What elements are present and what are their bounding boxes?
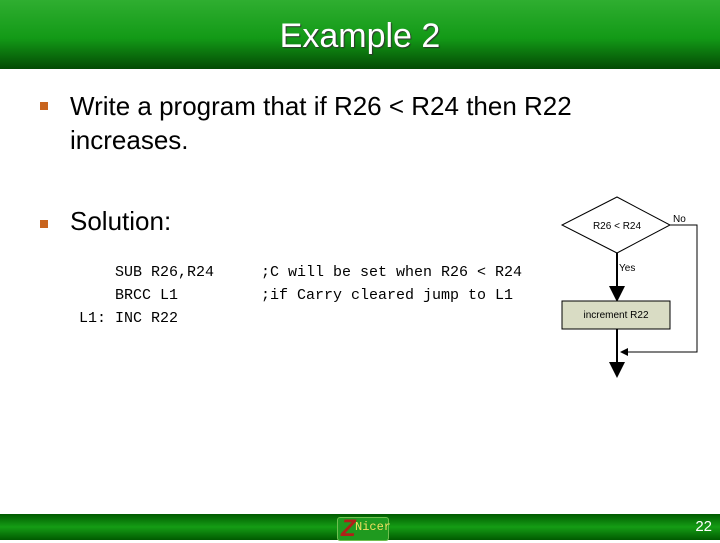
decision-text: R26 < R24 xyxy=(593,221,642,232)
yes-label: Yes xyxy=(619,263,635,274)
process-text: increment R22 xyxy=(583,310,648,321)
footer-bar: Z Nicer 22 xyxy=(0,514,720,542)
flowchart: R26 < R24 No Yes increment R22 xyxy=(560,196,698,378)
no-label: No xyxy=(673,214,686,225)
nicer-logo: Z Nicer xyxy=(337,515,391,542)
page-number: 22 xyxy=(695,518,712,535)
